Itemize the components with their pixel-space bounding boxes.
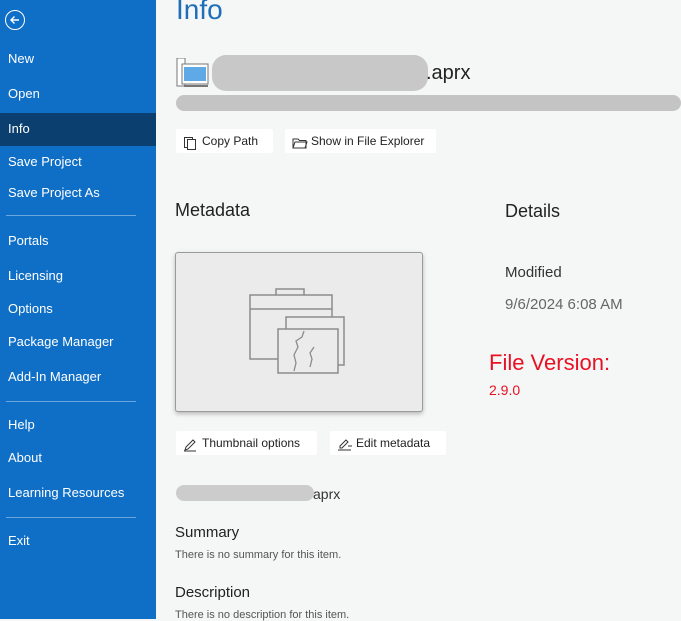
edit-metadata-label: Edit metadata: [356, 436, 431, 450]
description-text: There is no description for this item.: [175, 609, 350, 621]
project-filename: .aprx: [426, 62, 471, 84]
copy-icon: [183, 134, 197, 158]
nav-new[interactable]: New: [0, 43, 156, 75]
summary-heading: Summary: [175, 524, 240, 541]
file-version-value: 2.9.0: [489, 382, 521, 398]
nav-divider: [6, 401, 136, 402]
nav-portals[interactable]: Portals: [0, 225, 156, 257]
nav-info[interactable]: Info: [0, 113, 156, 146]
project-thumbnail[interactable]: [175, 252, 423, 412]
nav-open[interactable]: Open: [0, 78, 156, 110]
backstage-sidebar: New Open Info Save Project Save Project …: [0, 0, 156, 619]
nav-licensing[interactable]: Licensing: [0, 260, 156, 292]
redacted-filename: [212, 55, 428, 91]
folder-icon: [292, 134, 308, 158]
pencil-icon: [183, 436, 197, 460]
copy-path-label: Copy Path: [202, 134, 259, 148]
nav-exit[interactable]: Exit: [0, 525, 156, 557]
page-title: Info: [176, 0, 223, 25]
modified-value: 9/6/2024 6:08 AM: [505, 296, 623, 313]
copy-path-button[interactable]: Copy Path: [176, 129, 273, 153]
summary-text: There is no summary for this item.: [175, 549, 342, 561]
back-arrow-icon[interactable]: [5, 10, 25, 30]
nav-options[interactable]: Options: [0, 293, 156, 325]
nav-save-project[interactable]: Save Project: [0, 146, 156, 178]
nav-divider: [6, 517, 136, 518]
details-heading: Details: [505, 201, 561, 221]
project-file-icon: [176, 57, 210, 95]
nav-help[interactable]: Help: [0, 409, 156, 441]
info-panel: Info .aprx Copy Path Show in File Explor…: [156, 0, 681, 621]
edit-lines-icon: [337, 436, 353, 460]
show-in-file-explorer-label: Show in File Explorer: [311, 134, 425, 148]
thumbnail-options-button[interactable]: Thumbnail options: [176, 431, 317, 455]
redacted-path: [176, 95, 681, 111]
modified-label: Modified: [505, 264, 562, 281]
nav-save-project-as[interactable]: Save Project As: [0, 177, 156, 209]
nav-add-in-manager[interactable]: Add-In Manager: [0, 361, 156, 393]
metadata-heading: Metadata: [175, 200, 251, 220]
edit-metadata-button[interactable]: Edit metadata: [330, 431, 446, 455]
nav-package-manager[interactable]: Package Manager: [0, 326, 156, 358]
nav-learning-resources[interactable]: Learning Resources: [0, 477, 156, 509]
redacted-item-name: [176, 485, 314, 501]
file-version-label: File Version:: [489, 350, 611, 375]
nav-about[interactable]: About: [0, 442, 156, 474]
nav-divider: [6, 215, 136, 216]
project-placeholder-icon: [249, 288, 345, 374]
thumbnail-options-label: Thumbnail options: [202, 436, 301, 450]
item-name: aprx: [313, 486, 341, 502]
description-heading: Description: [175, 584, 251, 601]
show-in-file-explorer-button[interactable]: Show in File Explorer: [285, 129, 436, 153]
